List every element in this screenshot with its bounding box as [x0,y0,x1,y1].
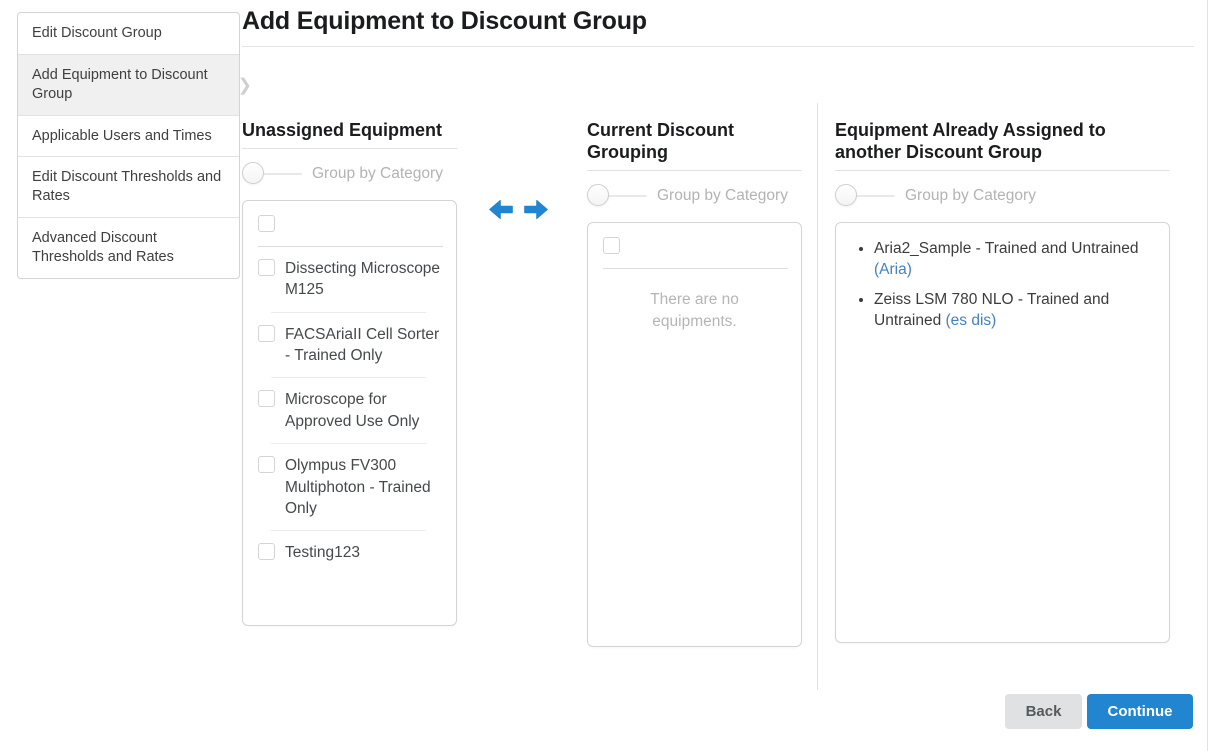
empty-message: There are no equipments. [629,289,761,332]
toggle-label: Group by Category [657,187,788,205]
page-title: Add Equipment to Discount Group [242,7,1194,36]
back-button[interactable]: Back [1005,694,1082,729]
select-all-checkbox[interactable] [258,215,275,232]
arrow-right-icon[interactable] [522,196,550,223]
select-all-row [588,223,801,268]
move-equipment-controls [487,196,550,223]
chevron-right-icon: ❯ [238,76,252,93]
unassigned-equipment-panel: Dissecting Microscope M125 FACSAriaII Cel… [242,200,457,626]
page-header: Add Equipment to Discount Group [242,7,1194,47]
select-all-row [243,201,456,246]
assigned-equipment-item: Zeiss LSM 780 NLO - Trained and Untraine… [874,290,1159,332]
equipment-label: Microscope for Approved Use Only [285,389,443,432]
sidebar-item-label: Edit Discount Group [32,25,162,41]
equipment-item-row: Microscope for Approved Use Only [243,378,456,443]
current-grouping-panel: There are no equipments. [587,222,802,647]
sidebar-item[interactable]: Edit Discount Thresholds and Rates [18,156,239,217]
sidebar-item-label: Edit Discount Thresholds and Rates [32,169,221,204]
unassigned-equipment-column: Unassigned Equipment Group by Category D… [242,120,457,626]
equipment-checkbox[interactable] [258,456,275,473]
sidebar-item-label: Applicable Users and Times [32,128,212,144]
assigned-heading: Equipment Already Assigned to another Di… [835,120,1170,171]
toggle-knob-icon[interactable] [587,184,609,206]
sidebar-item[interactable]: Applicable Users and Times [18,115,239,157]
equipment-label: Testing123 [285,542,360,563]
sidebar-item[interactable]: Advanced Discount Thresholds and Rates [18,217,239,278]
divider [603,268,788,269]
sidebar-item[interactable]: Edit Discount Group [18,13,239,54]
equipment-checkbox[interactable] [258,390,275,407]
equipment-label: FACSAriaII Cell Sorter - Trained Only [285,324,443,367]
assigned-heading-text: Equipment Already Assigned to another Di… [835,120,1140,164]
equipment-item-row: Olympus FV300 Multiphoton - Trained Only [243,444,456,530]
group-by-category-toggle[interactable] [835,184,895,208]
group-by-category-toggle[interactable] [242,162,302,186]
equipment-item-row: Dissecting Microscope M125 [243,247,456,312]
wizard-step-sidebar: Edit Discount Group Add Equipment to Disc… [17,12,240,279]
select-all-checkbox[interactable] [603,237,620,254]
assigned-equipment-column: Equipment Already Assigned to another Di… [835,120,1170,643]
unassigned-equipment-list: Dissecting Microscope M125 FACSAriaII Cel… [243,247,456,575]
toggle-knob-icon[interactable] [835,184,857,206]
equipment-label: Olympus FV300 Multiphoton - Trained Only [285,455,443,519]
group-by-category-toggle[interactable] [587,184,647,208]
equipment-item-row: FACSAriaII Cell Sorter - Trained Only [243,313,456,378]
current-toggle-row: Group by Category [587,184,802,208]
equipment-label: Dissecting Microscope M125 [285,258,443,301]
sidebar-item[interactable]: Add Equipment to Discount Group❯ [18,54,239,115]
assigned-equipment-text: Aria2_Sample - Trained and Untrained [874,240,1139,257]
unassigned-heading: Unassigned Equipment [242,120,457,149]
assigned-toggle-row: Group by Category [835,184,1170,208]
current-grouping-column: Current Discount Grouping Group by Categ… [587,120,802,647]
sidebar-item-label: Advanced Discount Thresholds and Rates [32,230,174,265]
unassigned-toggle-row: Group by Category [242,162,457,186]
equipment-item-row: Testing123 [243,531,456,574]
assigned-group-link[interactable]: (es dis) [946,312,997,329]
arrow-left-icon[interactable] [487,196,515,223]
continue-button[interactable]: Continue [1087,694,1193,729]
equipment-checkbox[interactable] [258,259,275,276]
equipment-checkbox[interactable] [258,543,275,560]
assigned-equipment-list: Aria2_Sample - Trained and Untrained (Ar… [836,239,1169,332]
current-grouping-heading: Current Discount Grouping [587,120,802,171]
assigned-group-link[interactable]: (Aria) [874,261,912,278]
toggle-label: Group by Category [905,187,1036,205]
sidebar-item-label: Add Equipment to Discount Group [32,67,208,102]
assigned-equipment-panel: Aria2_Sample - Trained and Untrained (Ar… [835,222,1170,643]
page-right-border [1207,0,1208,751]
toggle-label: Group by Category [312,165,443,183]
assigned-equipment-item: Aria2_Sample - Trained and Untrained (Ar… [874,239,1159,281]
toggle-knob-icon[interactable] [242,162,264,184]
equipment-checkbox[interactable] [258,325,275,342]
column-divider [817,103,818,690]
